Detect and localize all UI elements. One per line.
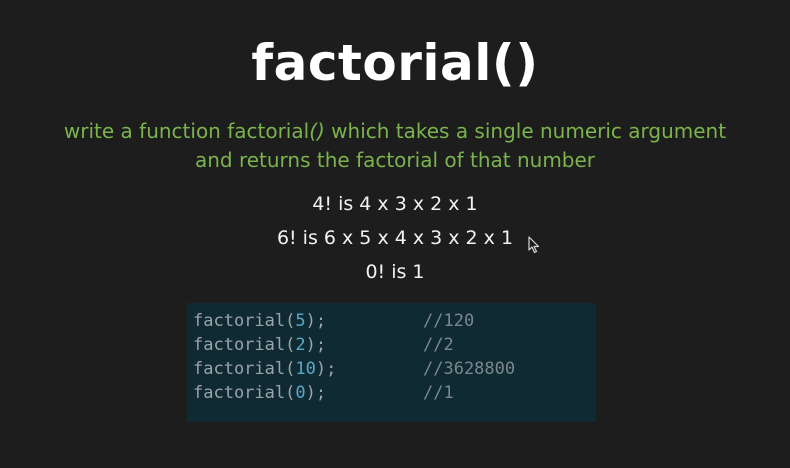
example-line: 6! is 6 x 5 x 4 x 3 x 2 x 1 <box>276 227 514 249</box>
code-terminator: ); <box>315 359 337 379</box>
code-call: factorial(5); <box>193 309 423 333</box>
code-function: factorial( <box>193 311 296 331</box>
code-function: factorial( <box>193 359 296 379</box>
slide: factorial() write a function factorial()… <box>0 0 790 468</box>
code-comment: //120 <box>423 311 475 331</box>
code-line: factorial(5); //120 <box>193 309 596 333</box>
factorial-examples: 4! is 4 x 3 x 2 x 1 6! is 6 x 5 x 4 x 3 … <box>0 187 790 289</box>
code-line: factorial(0); //1 <box>193 381 596 405</box>
code-argument: 10 <box>295 359 316 379</box>
example-line: 0! is 1 <box>365 261 425 283</box>
code-comment: //3628800 <box>423 359 516 379</box>
code-function: factorial( <box>193 383 296 403</box>
description-line-1-parens: () <box>309 119 325 143</box>
description-line-2: and returns the factorial of that number <box>194 148 596 172</box>
slide-description: write a function factorial() which takes… <box>0 117 790 175</box>
slide-title: factorial() <box>251 34 539 92</box>
code-call: factorial(2); <box>193 333 423 357</box>
code-argument: 0 <box>295 383 306 403</box>
code-argument: 2 <box>295 335 306 355</box>
code-function: factorial( <box>193 335 296 355</box>
code-call: factorial(10); <box>193 357 423 381</box>
code-terminator: ); <box>305 311 327 331</box>
code-line: factorial(10); //3628800 <box>193 357 596 381</box>
example-line: 4! is 4 x 3 x 2 x 1 <box>312 193 478 215</box>
code-comment: //1 <box>423 383 454 403</box>
code-comment: //2 <box>423 335 454 355</box>
description-line-1-end: which takes a single numeric argument <box>324 119 727 143</box>
code-call: factorial(0); <box>193 381 423 405</box>
description-line-1: write a function factorial() which takes… <box>0 117 790 146</box>
description-line-1-start: write a function factorial <box>63 119 310 143</box>
mouse-pointer-icon <box>528 236 540 254</box>
code-terminator: ); <box>305 383 327 403</box>
code-line: factorial(2); //2 <box>193 333 596 357</box>
code-example-block: factorial(5); //120 factorial(2); //2 fa… <box>187 303 596 422</box>
code-terminator: ); <box>305 335 327 355</box>
code-argument: 5 <box>295 311 306 331</box>
